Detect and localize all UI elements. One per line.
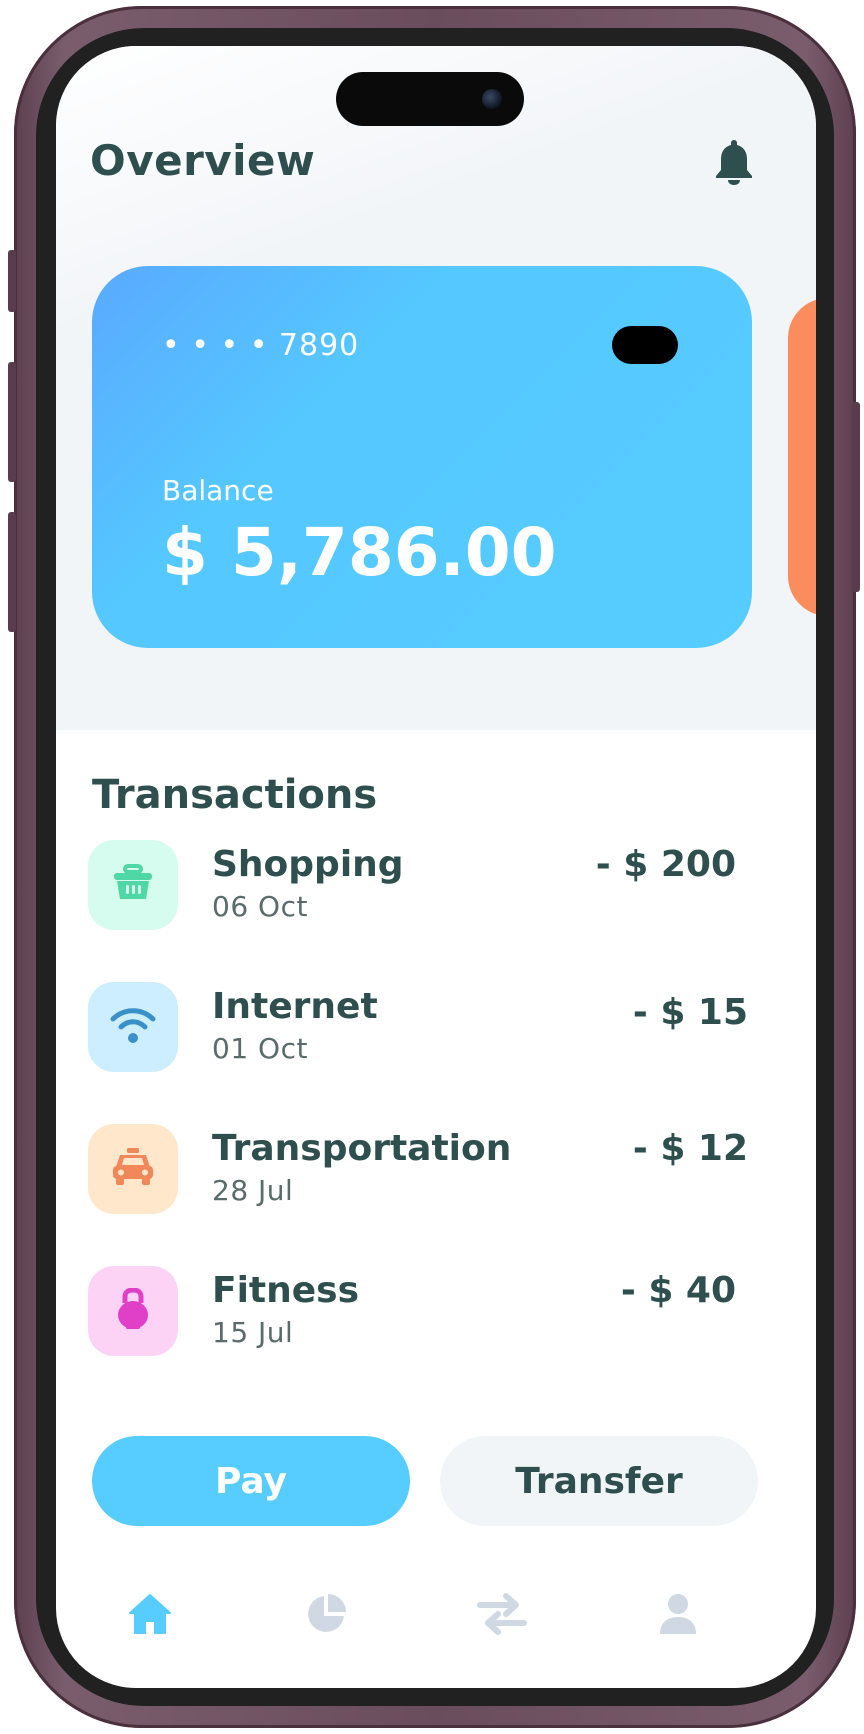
taxi-icon	[111, 1147, 155, 1191]
transaction-date: 06 Oct	[212, 890, 308, 923]
shopping-basket-icon	[112, 864, 154, 906]
transaction-icon-box	[88, 982, 178, 1072]
pay-button[interactable]: Pay	[92, 1436, 410, 1526]
power-button	[852, 402, 860, 592]
balance-card[interactable]: • • • • 7890 Balance $ 5,786.00	[92, 266, 752, 648]
home-icon	[128, 1593, 172, 1639]
transaction-date: 01 Oct	[212, 1032, 308, 1065]
transaction-row[interactable]: Transportation 28 Jul - $ 12	[88, 1124, 748, 1216]
transfer-arrows-icon	[476, 1593, 528, 1639]
wifi-icon	[110, 1005, 156, 1049]
transactions-title: Transactions	[92, 772, 378, 818]
transaction-amount: - $ 15	[632, 992, 748, 1033]
camera-icon	[482, 89, 502, 109]
card-number: • • • • 7890	[162, 328, 360, 363]
volume-down-button	[8, 512, 16, 632]
tab-home[interactable]	[120, 1586, 180, 1646]
pie-chart-icon	[304, 1592, 348, 1640]
card-chip	[612, 326, 678, 364]
transaction-name: Fitness	[212, 1270, 360, 1311]
tab-bar	[56, 1586, 816, 1666]
page-title: Overview	[90, 136, 316, 185]
transaction-icon-box	[88, 1266, 178, 1356]
transaction-icon-box	[88, 840, 178, 930]
kettlebell-icon	[116, 1287, 150, 1334]
side-button	[8, 250, 16, 312]
dynamic-island	[336, 72, 524, 126]
screen: Overview • • • • 7890 Balance $ 5,786.00…	[56, 46, 816, 1688]
transaction-name: Shopping	[212, 844, 404, 885]
tab-stats[interactable]	[296, 1586, 356, 1646]
secondary-card[interactable]	[788, 298, 816, 616]
transaction-icon-box	[88, 1124, 178, 1214]
transaction-amount: - $ 12	[632, 1128, 748, 1169]
bell-icon[interactable]	[714, 138, 754, 186]
transaction-name: Transportation	[212, 1128, 512, 1169]
tab-transfers[interactable]	[472, 1586, 532, 1646]
balance-value: $ 5,786.00	[162, 514, 557, 591]
transaction-amount: - $ 40	[620, 1270, 736, 1311]
balance-label: Balance	[162, 474, 274, 507]
transaction-date: 28 Jul	[212, 1174, 294, 1207]
tab-profile[interactable]	[648, 1586, 708, 1646]
transaction-row[interactable]: Internet 01 Oct - $ 15	[88, 982, 748, 1074]
user-icon	[658, 1592, 698, 1640]
transaction-name: Internet	[212, 986, 378, 1027]
transaction-amount: - $ 200	[595, 844, 736, 885]
volume-up-button	[8, 362, 16, 482]
transaction-date: 15 Jul	[212, 1316, 294, 1349]
transaction-row[interactable]: Shopping 06 Oct - $ 200	[88, 840, 748, 932]
transfer-button[interactable]: Transfer	[440, 1436, 758, 1526]
transaction-row[interactable]: Fitness 15 Jul - $ 40	[88, 1266, 748, 1358]
